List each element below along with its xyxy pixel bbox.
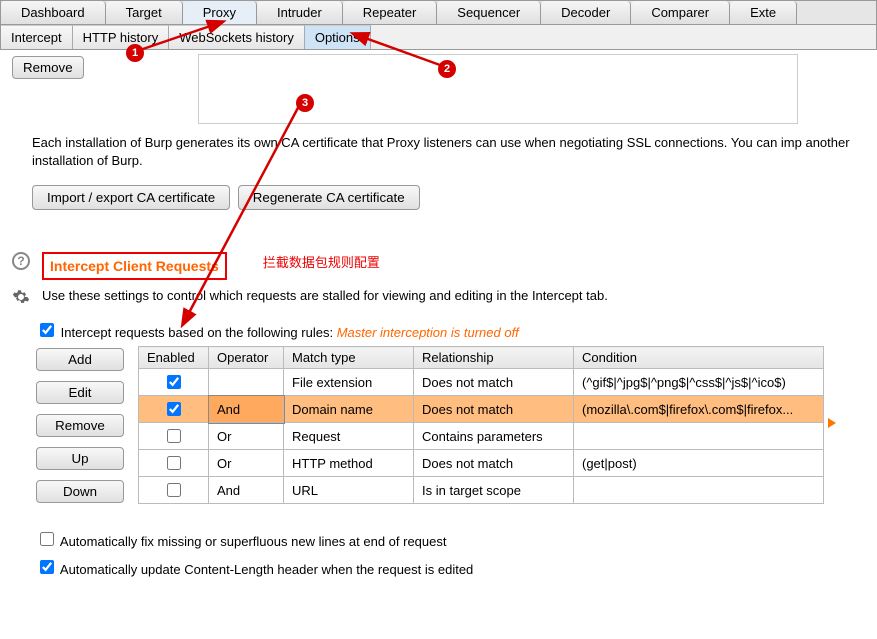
regenerate-ca-button[interactable]: Regenerate CA certificate [238,185,420,210]
main-tab-comparer[interactable]: Comparer [631,1,730,24]
auto-content-length-text: Automatically update Content-Length head… [60,562,473,577]
main-tab-dashboard[interactable]: Dashboard [1,1,106,24]
intercept-rules-checkbox-label[interactable]: Intercept requests based on the followin… [36,325,337,340]
auto-fix-newlines-text: Automatically fix missing or superfluous… [60,534,447,549]
auto-content-length-checkbox[interactable] [40,560,54,574]
rule-enabled-checkbox[interactable] [167,375,181,389]
overflow-indicator-icon [828,418,836,428]
annotation-chinese-note: 拦截数据包规则配置 [263,252,380,271]
rule-enabled-checkbox[interactable] [167,402,181,416]
main-tab-proxy[interactable]: Proxy [183,1,257,24]
main-tab-repeater[interactable]: Repeater [343,1,437,24]
listeners-box [198,54,798,124]
annotation-badge-1: 1 [126,44,144,62]
main-tab-exte[interactable]: Exte [730,1,797,24]
table-row[interactable]: OrRequestContains parameters [139,423,824,450]
ca-description: Each installation of Burp generates its … [32,134,865,170]
main-tab-intruder[interactable]: Intruder [257,1,343,24]
main-tab-sequencer[interactable]: Sequencer [437,1,541,24]
gear-icon[interactable] [12,288,30,306]
rule-remove-button[interactable]: Remove [36,414,124,437]
sub-tab-websockets-history[interactable]: WebSockets history [169,25,305,49]
col-operator[interactable]: Operator [209,347,284,369]
import-export-ca-button[interactable]: Import / export CA certificate [32,185,230,210]
master-intercept-status: Master interception is turned off [337,325,519,340]
auto-content-length-label[interactable]: Automatically update Content-Length head… [36,562,473,577]
annotation-badge-2: 2 [438,60,456,78]
intercept-rules-label-text: Intercept requests based on the followin… [61,325,333,340]
rule-enabled-checkbox[interactable] [167,456,181,470]
col-relationship[interactable]: Relationship [414,347,574,369]
col-enabled[interactable]: Enabled [139,347,209,369]
sub-tab-options[interactable]: Options [305,25,371,49]
rule-edit-button[interactable]: Edit [36,381,124,404]
rule-down-button[interactable]: Down [36,480,124,503]
table-row[interactable]: AndDomain nameDoes not match(mozilla\.co… [139,396,824,423]
help-icon[interactable]: ? [12,252,30,270]
table-row[interactable]: File extensionDoes not match(^gif$|^jpg$… [139,369,824,396]
main-tab-bar: DashboardTargetProxyIntruderRepeaterSequ… [0,0,877,25]
table-row[interactable]: OrHTTP methodDoes not match(get|post) [139,450,824,477]
table-row[interactable]: AndURLIs in target scope [139,477,824,504]
sub-tab-http-history[interactable]: HTTP history [73,25,170,49]
intercept-rules-checkbox[interactable] [40,323,54,337]
col-matchtype[interactable]: Match type [284,347,414,369]
sub-tab-intercept[interactable]: Intercept [1,25,73,49]
col-condition[interactable]: Condition [574,347,824,369]
auto-fix-newlines-label[interactable]: Automatically fix missing or superfluous… [36,534,447,549]
rules-table[interactable]: Enabled Operator Match type Relationship… [138,346,824,504]
rule-enabled-checkbox[interactable] [167,429,181,443]
main-tab-decoder[interactable]: Decoder [541,1,631,24]
auto-fix-newlines-checkbox[interactable] [40,532,54,546]
rule-enabled-checkbox[interactable] [167,483,181,497]
rule-add-button[interactable]: Add [36,348,124,371]
annotation-badge-3: 3 [296,94,314,112]
rule-up-button[interactable]: Up [36,447,124,470]
intercept-client-requests-title: Intercept Client Requests [42,252,227,280]
main-tab-target[interactable]: Target [106,1,183,24]
remove-button[interactable]: Remove [12,56,84,79]
settings-description: Use these settings to control which requ… [42,288,608,303]
